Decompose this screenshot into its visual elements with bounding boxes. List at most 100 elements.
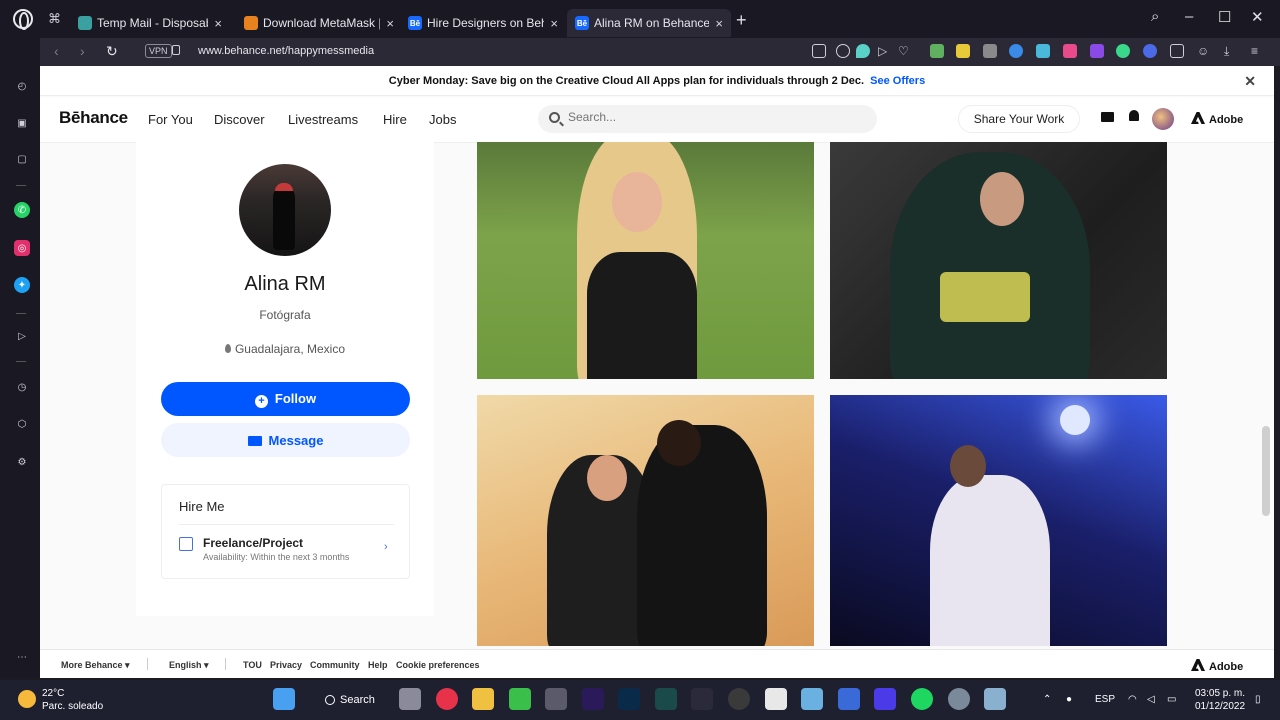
close-icon[interactable]: × — [550, 16, 558, 31]
spotify-icon[interactable] — [911, 688, 933, 710]
search-tabs-icon[interactable]: ⌕ — [1151, 8, 1159, 25]
nav-for-you[interactable]: For You — [148, 112, 193, 127]
lock-icon[interactable] — [172, 45, 180, 55]
mail-icon[interactable] — [1101, 112, 1114, 122]
more-behance-menu[interactable]: More Behance ▾ — [61, 660, 130, 671]
footer-link-community[interactable]: Community — [310, 660, 360, 670]
extension-icon[interactable] — [956, 44, 970, 58]
extension-icon[interactable] — [930, 44, 944, 58]
camtasia-icon[interactable] — [509, 688, 531, 710]
behance-logo[interactable]: Bēhance — [59, 108, 128, 128]
close-icon[interactable]: ✕ — [1244, 66, 1256, 96]
project-thumbnail[interactable] — [477, 395, 814, 646]
premiere-icon[interactable] — [582, 688, 604, 710]
profile-icon[interactable]: ☺ — [1197, 44, 1211, 58]
close-icon[interactable]: × — [386, 16, 394, 31]
instagram-icon[interactable]: ◎ — [14, 240, 30, 256]
extension-icon[interactable] — [1116, 44, 1130, 58]
nav-discover[interactable]: Discover — [214, 112, 265, 127]
camera-icon[interactable] — [836, 44, 850, 58]
app-icon[interactable] — [765, 688, 787, 710]
follow-button[interactable]: + Follow — [161, 382, 410, 416]
chrome-icon[interactable] — [728, 688, 750, 710]
minimize-icon[interactable]: – — [1185, 8, 1193, 25]
davinci-icon[interactable] — [691, 688, 713, 710]
more-dots-icon[interactable]: ⋯ — [14, 649, 30, 665]
input-language[interactable]: ESP — [1095, 694, 1115, 705]
message-button[interactable]: Message — [161, 423, 410, 457]
opera-taskbar-icon[interactable] — [436, 688, 458, 710]
app-icon[interactable] — [655, 688, 677, 710]
cube-icon[interactable] — [1170, 44, 1184, 58]
language-menu[interactable]: English ▾ — [169, 660, 209, 671]
extension-icon[interactable] — [1090, 44, 1104, 58]
window-close-icon[interactable]: ✕ — [1251, 8, 1264, 26]
wifi-icon[interactable]: ◠ — [1128, 694, 1137, 705]
heart-icon[interactable]: ♡ — [898, 44, 912, 58]
start-windows-icon[interactable] — [273, 688, 295, 710]
battery-icon[interactable]: ▭ — [1167, 694, 1176, 705]
bell-icon[interactable] — [1129, 110, 1139, 121]
task-view-icon[interactable] — [399, 688, 421, 710]
url-field[interactable]: www.behance.net/happymessmedia — [198, 45, 374, 57]
shopping-bag-icon[interactable]: ▣ — [14, 115, 30, 131]
opera-logo-icon[interactable] — [13, 9, 33, 30]
footer-link-cookies[interactable]: Cookie preferences — [396, 660, 480, 670]
footer-link-help[interactable]: Help — [368, 660, 388, 670]
close-icon[interactable]: × — [214, 16, 222, 31]
extension-icon[interactable] — [1143, 44, 1157, 58]
nav-jobs[interactable]: Jobs — [429, 112, 456, 127]
nav-livestreams[interactable]: Livestreams — [288, 112, 358, 127]
app-icon[interactable] — [874, 688, 896, 710]
app-icon[interactable] — [801, 688, 823, 710]
share-your-work-button[interactable]: Share Your Work — [958, 105, 1080, 133]
footer-link-privacy[interactable]: Privacy — [270, 660, 302, 670]
store-icon[interactable] — [838, 688, 860, 710]
send-icon[interactable]: ▷ — [878, 44, 892, 58]
new-tab-icon[interactable]: + — [736, 10, 747, 31]
easy-setup-icon[interactable]: ≡ — [1251, 44, 1265, 58]
footer-adobe-logo[interactable]: Adobe — [1191, 659, 1243, 673]
microphone-icon[interactable]: ● — [1066, 694, 1072, 705]
user-avatar[interactable] — [1152, 108, 1174, 130]
settings-gear-icon[interactable]: ⚙ — [14, 454, 30, 470]
extension-icon[interactable] — [983, 44, 997, 58]
project-thumbnail[interactable] — [830, 142, 1167, 379]
tab-temp-mail[interactable]: Temp Mail - Disposable Ter × — [70, 9, 230, 37]
twitch-icon[interactable]: ▢ — [14, 151, 30, 167]
history-icon[interactable]: ◷ — [14, 379, 30, 395]
search-input[interactable] — [568, 110, 858, 124]
project-thumbnail[interactable] — [477, 142, 814, 379]
close-icon[interactable]: × — [715, 16, 723, 31]
app-icon[interactable] — [545, 688, 567, 710]
twitter-icon[interactable]: ✦ — [14, 277, 30, 293]
project-thumbnail[interactable] — [830, 395, 1167, 646]
photoshop-icon[interactable] — [618, 688, 640, 710]
chevron-up-icon[interactable]: ⌃ — [1043, 694, 1051, 705]
chevron-right-icon[interactable]: › — [384, 541, 388, 553]
shield-extension-icon[interactable] — [856, 44, 870, 58]
weather-sun-icon[interactable] — [18, 690, 36, 708]
gamepad-icon[interactable]: ⌘ — [48, 11, 61, 27]
nav-hire[interactable]: Hire — [383, 112, 407, 127]
reload-icon[interactable]: ↻ — [106, 43, 118, 60]
page-scrollbar[interactable] — [1262, 426, 1270, 516]
adobe-logo[interactable]: Adobe — [1191, 112, 1243, 126]
download-icon[interactable]: ⤓ — [1224, 44, 1238, 58]
vpn-badge[interactable]: VPN — [145, 44, 172, 58]
extension-icon[interactable] — [1009, 44, 1023, 58]
file-explorer-icon[interactable] — [472, 688, 494, 710]
notification-icon[interactable]: ▯ — [1255, 694, 1261, 705]
footer-link-tou[interactable]: TOU — [243, 660, 262, 670]
tab-hire-designers[interactable]: Bē Hire Designers on Behance × — [400, 9, 566, 37]
tab-metamask[interactable]: Download MetaMask | Bloc × — [236, 9, 402, 37]
forward-icon[interactable]: › — [80, 43, 85, 59]
app-icon[interactable] — [984, 688, 1006, 710]
profile-avatar[interactable] — [239, 164, 331, 256]
whatsapp-icon[interactable]: ✆ — [14, 202, 30, 218]
tab-alina-rm[interactable]: Bē Alina RM on Behance × — [567, 9, 731, 37]
back-icon[interactable]: ‹ — [54, 43, 59, 59]
settings-icon[interactable] — [948, 688, 970, 710]
clock[interactable]: 03:05 p. m. 01/12/2022 — [1195, 687, 1245, 713]
extensions-cube-icon[interactable]: ⬡ — [14, 416, 30, 432]
